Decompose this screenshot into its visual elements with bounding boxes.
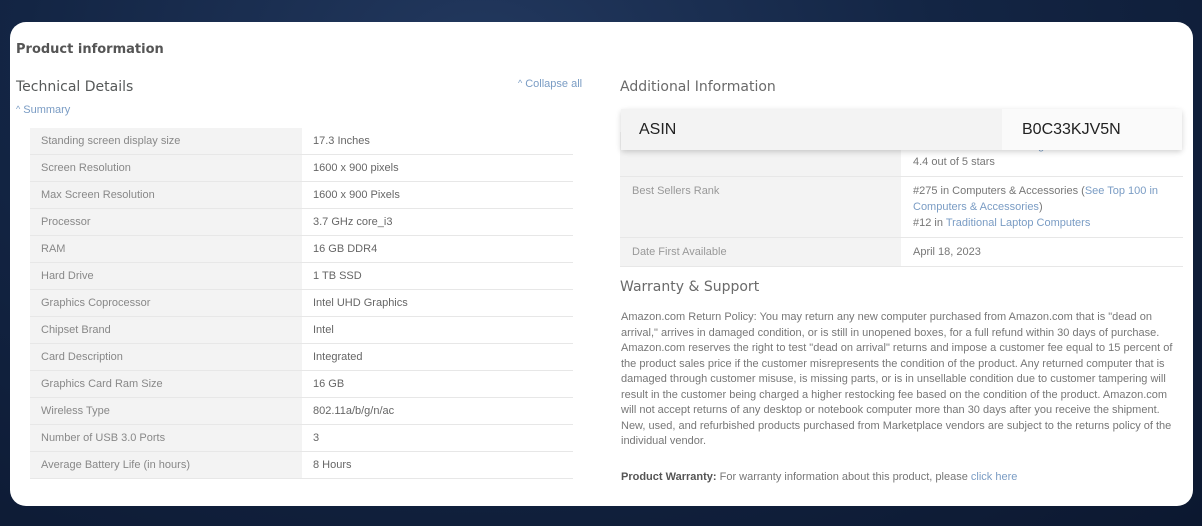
best-sellers-rank-value: #275 in Computers & Accessories (See Top… <box>901 176 1183 238</box>
collapse-all-label: Collapse all <box>525 78 583 90</box>
spec-value: 1600 x 900 pixels <box>302 154 573 182</box>
spec-value: 1 TB SSD <box>302 262 573 290</box>
table-row: Graphics Coprocessor Intel UHD Graphics <box>30 289 573 317</box>
table-row: Number of USB 3.0 Ports 3 <box>30 424 573 452</box>
spec-value: 3 <box>302 424 573 452</box>
spec-value: 16 GB <box>302 370 573 398</box>
spec-value: 1600 x 900 Pixels <box>302 181 573 209</box>
spec-value: 8 Hours <box>302 451 573 479</box>
asin-value-cell: B0C33KJV5N <box>1002 109 1182 150</box>
spec-value: Intel <box>302 316 573 344</box>
spec-key: Graphics Coprocessor <box>30 289 302 317</box>
traditional-laptops-link[interactable]: Traditional Laptop Computers <box>946 217 1091 229</box>
product-info-heading: Product information <box>16 42 164 57</box>
rank-1-text: #275 in Computers & Accessories ( <box>913 185 1085 197</box>
spec-value: 16 GB DDR4 <box>302 235 573 263</box>
summary-toggle[interactable]: ^ Summary <box>16 104 70 116</box>
spec-key: Screen Resolution <box>30 154 302 182</box>
table-row: Date First Available April 18, 2023 <box>620 237 1183 267</box>
spec-key: Standing screen display size <box>30 128 302 155</box>
spec-key: Max Screen Resolution <box>30 181 302 209</box>
spec-key: RAM <box>30 235 302 263</box>
table-row: Card Description Integrated <box>30 343 573 371</box>
asin-key: ASIN <box>639 121 677 138</box>
additional-info-heading: Additional Information <box>620 79 776 95</box>
table-row: Chipset Brand Intel <box>30 316 573 344</box>
spec-value: Integrated <box>302 343 573 371</box>
spec-key: Number of USB 3.0 Ports <box>30 424 302 452</box>
spec-key: Card Description <box>30 343 302 371</box>
product-info-card: Product information Technical Details ^ C… <box>10 22 1193 506</box>
spec-key: Wireless Type <box>30 397 302 425</box>
additional-info-table: Customer Reviews 4.4 ★★★★½ ⌄ 291 ratings… <box>620 132 1183 267</box>
date-first-available-value: April 18, 2023 <box>901 237 1183 267</box>
spec-value: 802.11a/b/g/n/ac <box>302 397 573 425</box>
table-row: Best Sellers Rank #275 in Computers & Ac… <box>620 176 1183 238</box>
asin-highlight-row: ASIN B0C33KJV5N <box>621 109 1182 150</box>
product-warranty-line: Product Warranty: For warranty informati… <box>621 471 1017 483</box>
spec-value: 17.3 Inches <box>302 128 573 155</box>
asin-key-cell: ASIN <box>621 109 1001 150</box>
table-row: Screen Resolution 1600 x 900 pixels <box>30 154 573 182</box>
table-row: Wireless Type 802.11a/b/g/n/ac <box>30 397 573 425</box>
table-row: RAM 16 GB DDR4 <box>30 235 573 263</box>
collapse-all-link[interactable]: ^ Collapse all <box>518 78 582 90</box>
spec-key: Processor <box>30 208 302 236</box>
rank-1-close: ) <box>1038 201 1043 213</box>
spec-value: 3.7 GHz core_i3 <box>302 208 573 236</box>
rating-text: 4.4 out of 5 stars <box>913 156 995 168</box>
spec-key: Average Battery Life (in hours) <box>30 451 302 479</box>
table-row: Graphics Card Ram Size 16 GB <box>30 370 573 398</box>
summary-label: Summary <box>23 104 71 116</box>
rank-2-text: #12 in <box>913 217 946 229</box>
technical-details-heading: Technical Details <box>16 79 134 95</box>
date-first-available-key: Date First Available <box>620 237 901 267</box>
warranty-support-heading: Warranty & Support <box>620 279 760 295</box>
chevron-up-icon: ^ <box>16 104 21 114</box>
technical-details-table: Standing screen display size 17.3 Inches S… <box>30 128 573 479</box>
product-warranty-label: Product Warranty: <box>621 471 717 483</box>
click-here-link[interactable]: click here <box>971 471 1017 483</box>
table-row: Hard Drive 1 TB SSD <box>30 262 573 290</box>
table-row: Standing screen display size 17.3 Inches <box>30 128 573 155</box>
spec-value: Intel UHD Graphics <box>302 289 573 317</box>
spec-key: Graphics Card Ram Size <box>30 370 302 398</box>
table-row: Average Battery Life (in hours) 8 Hours <box>30 451 573 479</box>
chevron-up-icon: ^ <box>518 78 523 88</box>
return-policy-text: Amazon.com Return Policy: You may return… <box>621 311 1173 447</box>
spec-key: Chipset Brand <box>30 316 302 344</box>
product-warranty-text: For warranty information about this prod… <box>716 471 971 483</box>
table-row: Max Screen Resolution 1600 x 900 Pixels <box>30 181 573 209</box>
best-sellers-rank-key: Best Sellers Rank <box>620 176 901 238</box>
table-row: Processor 3.7 GHz core_i3 <box>30 208 573 236</box>
asin-value: B0C33KJV5N <box>1022 121 1121 138</box>
spec-key: Hard Drive <box>30 262 302 290</box>
